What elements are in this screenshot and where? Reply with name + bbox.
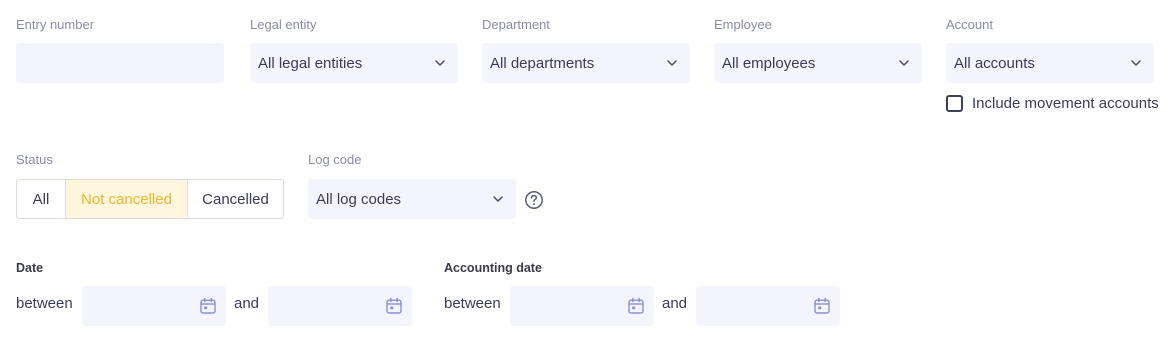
- date-label: Date: [16, 261, 44, 275]
- accounting-date-and-label: and: [662, 295, 688, 312]
- chevron-down-icon: [1130, 57, 1142, 69]
- accounting-date-to-input[interactable]: [696, 286, 840, 326]
- account-label: Account: [946, 17, 993, 32]
- date-from-input[interactable]: [82, 286, 226, 326]
- legal-entity-label: Legal entity: [250, 17, 317, 32]
- entry-number-label: Entry number: [16, 17, 95, 32]
- log-code-value: All log codes: [316, 190, 402, 208]
- department-select[interactable]: All departments: [482, 43, 690, 83]
- employee-value: All employees: [722, 54, 816, 72]
- chevron-down-icon: [434, 57, 446, 69]
- employee-select[interactable]: All employees: [714, 43, 922, 83]
- department-value: All departments: [490, 54, 595, 72]
- include-movement-accounts-checkbox[interactable]: [946, 95, 963, 112]
- status-option-all[interactable]: All: [17, 180, 65, 218]
- calendar-icon[interactable]: [813, 297, 831, 315]
- chevron-down-icon: [492, 193, 504, 205]
- date-and-label: and: [234, 295, 260, 312]
- log-code-label: Log code: [308, 152, 362, 167]
- chevron-down-icon: [898, 57, 910, 69]
- help-circle-icon[interactable]: [524, 190, 544, 210]
- legal-entity-value: All legal entities: [258, 54, 363, 72]
- status-option-cancelled[interactable]: Cancelled: [187, 180, 283, 218]
- calendar-icon[interactable]: [199, 297, 217, 315]
- accounting-date-from-input[interactable]: [510, 286, 654, 326]
- accounting-date-between-label: between: [444, 295, 501, 312]
- accounting-date-label: Accounting date: [444, 261, 542, 275]
- include-movement-accounts-label: Include movement accounts: [972, 95, 1159, 112]
- calendar-icon[interactable]: [385, 297, 403, 315]
- employee-label: Employee: [714, 17, 772, 32]
- include-movement-accounts-toggle[interactable]: Include movement accounts: [946, 95, 1159, 112]
- status-option-not-cancelled[interactable]: Not cancelled: [65, 180, 187, 218]
- date-to-input[interactable]: [268, 286, 412, 326]
- department-label: Department: [482, 17, 550, 32]
- calendar-icon[interactable]: [627, 297, 645, 315]
- chevron-down-icon: [666, 57, 678, 69]
- status-segmented-control: All Not cancelled Cancelled: [16, 179, 284, 219]
- entry-number-input[interactable]: [16, 43, 224, 83]
- log-code-select[interactable]: All log codes: [308, 179, 516, 219]
- date-between-label: between: [16, 295, 73, 312]
- legal-entity-select[interactable]: All legal entities: [250, 43, 458, 83]
- status-label: Status: [16, 152, 53, 167]
- account-value: All accounts: [954, 54, 1035, 72]
- account-select[interactable]: All accounts: [946, 43, 1154, 83]
